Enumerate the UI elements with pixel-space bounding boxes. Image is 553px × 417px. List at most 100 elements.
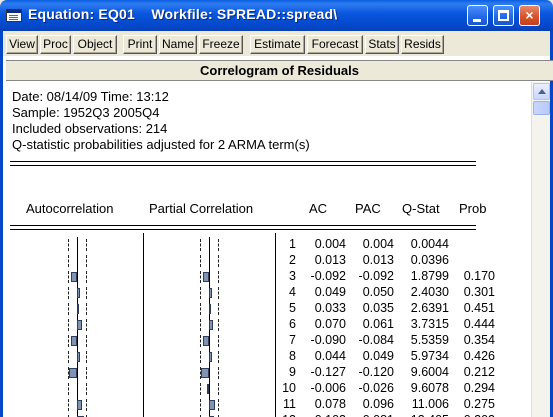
pac-zero-line <box>209 333 210 349</box>
lag-number: 1 <box>289 237 296 251</box>
pac-confidence-lower <box>200 255 201 267</box>
pac-confidence-lower <box>200 383 201 395</box>
lag-number: 5 <box>289 301 296 315</box>
table-row: 3 -0.092 -0.092 1.8799 0.170 <box>6 269 531 285</box>
table-row: 7 -0.090 -0.084 5.5359 0.354 <box>6 333 531 349</box>
lag-number: 8 <box>289 349 296 363</box>
title-bar[interactable]: Equation: EQ01 Workfile: SPREAD::spread\… <box>0 0 553 31</box>
pac-value: 0.096 <box>362 397 394 411</box>
prob-value: 0.354 <box>463 333 495 347</box>
prob-value: 0.294 <box>463 381 495 395</box>
pac-confidence-upper <box>218 351 219 363</box>
qstat-value: 0.0396 <box>410 253 449 267</box>
ac-confidence-lower <box>68 239 69 251</box>
pac-value: 0.061 <box>362 317 394 331</box>
qstat-value: 9.6004 <box>410 365 449 379</box>
ac-value: 0.044 <box>314 349 346 363</box>
header-rule-bottom-2 <box>10 229 476 230</box>
lag-number: 4 <box>289 285 296 299</box>
date-line: Date: 08/14/09 Time: 13:12 <box>12 89 169 104</box>
equation-window-body: Correlogram of Residuals Date: 08/14/09 … <box>0 56 553 417</box>
col-ac: AC <box>309 201 328 216</box>
window-title: Equation: EQ01 Workfile: SPREAD::spread\ <box>28 6 338 22</box>
pac-zero-line <box>209 253 210 269</box>
name-button[interactable]: Name <box>159 35 197 54</box>
pac-confidence-lower <box>200 319 201 331</box>
ac-confidence-upper <box>86 287 87 299</box>
pac-value: 0.013 <box>362 253 394 267</box>
ac-confidence-upper <box>86 271 87 283</box>
close-button[interactable]: × <box>519 5 540 26</box>
pac-confidence-lower <box>200 271 201 283</box>
pac-value: 0.004 <box>362 237 394 251</box>
table-row: 8 0.044 0.049 5.9734 0.426 <box>6 349 531 365</box>
pac-confidence-upper <box>218 239 219 251</box>
pac-value: -0.084 <box>358 333 394 347</box>
qstat-value: 5.5359 <box>410 333 449 347</box>
header-rule-top <box>10 161 476 162</box>
proc-button[interactable]: Proc <box>40 35 71 54</box>
pac-confidence-upper <box>218 319 219 331</box>
pac-confidence-lower <box>200 303 201 315</box>
ac-bar <box>69 368 77 378</box>
prob-value: 0.444 <box>463 317 495 331</box>
view-button[interactable]: View <box>6 35 38 54</box>
pac-bar <box>203 336 209 346</box>
ac-confidence-upper <box>86 239 87 251</box>
ac-value: 0.049 <box>314 285 346 299</box>
pac-bar <box>209 400 215 410</box>
prob-value: 0.451 <box>463 301 495 315</box>
table-row: 1 0.004 0.004 0.0044 <box>6 237 531 253</box>
forecast-button[interactable]: Forecast <box>307 35 363 54</box>
ac-confidence-upper <box>86 351 87 363</box>
lag-number: 12 <box>276 413 296 417</box>
stats-button[interactable]: Stats <box>365 35 399 54</box>
pac-bar <box>209 304 211 314</box>
pac-value: -0.092 <box>358 269 394 283</box>
pac-confidence-upper <box>218 367 219 379</box>
estimate-button[interactable]: Estimate <box>250 35 305 54</box>
ac-value: -0.006 <box>310 381 346 395</box>
table-row: 4 0.049 0.050 2.4030 0.301 <box>6 285 531 301</box>
object-button[interactable]: Object <box>73 35 117 54</box>
prob-value: 0.275 <box>463 397 495 411</box>
ac-value: -0.127 <box>310 365 346 379</box>
qstat-value: 1.8799 <box>410 269 449 283</box>
ac-zero-line <box>77 365 78 381</box>
prob-value: 0.212 <box>463 365 495 379</box>
lag-number: 6 <box>289 317 296 331</box>
qstat-value: 2.4030 <box>410 285 449 299</box>
view-title: Correlogram of Residuals <box>6 60 553 81</box>
maximize-icon <box>498 10 509 21</box>
maximize-button[interactable] <box>493 5 514 26</box>
ac-bar <box>71 272 77 282</box>
col-pac: PAC <box>355 201 381 216</box>
header-rule-bottom <box>10 225 476 226</box>
table-row: 6 0.070 0.061 3.7315 0.444 <box>6 317 531 333</box>
table-row: 10 -0.006 -0.026 9.6078 0.294 <box>6 381 531 397</box>
eviews-window-icon[interactable] <box>6 9 22 22</box>
ac-confidence-upper <box>86 335 87 347</box>
pac-value: 0.049 <box>362 349 394 363</box>
ac-zero-line <box>77 381 78 397</box>
resids-button[interactable]: Resids <box>401 35 444 54</box>
scroll-up-icon[interactable] <box>533 83 550 100</box>
vertical-scrollbar[interactable] <box>531 82 550 417</box>
qstat-value: 3.7315 <box>410 317 449 331</box>
correlogram-view[interactable]: Date: 08/14/09 Time: 13:12 Sample: 1952Q… <box>6 82 531 417</box>
scroll-thumb[interactable] <box>533 101 550 115</box>
ac-bar <box>77 320 82 330</box>
adjustment-note: Q-statistic probabilities adjusted for 2… <box>12 137 310 152</box>
pac-bar <box>209 320 213 330</box>
freeze-button[interactable]: Freeze <box>199 35 243 54</box>
pac-confidence-upper <box>218 335 219 347</box>
minimize-button[interactable] <box>467 5 488 26</box>
ac-confidence-upper <box>86 399 87 411</box>
pac-value: -0.026 <box>358 381 394 395</box>
table-row: 2 0.013 0.013 0.0396 <box>6 253 531 269</box>
pac-confidence-lower <box>200 351 201 363</box>
ac-bar <box>77 288 80 298</box>
print-button[interactable]: Print <box>123 35 157 54</box>
col-autocorrelation: Autocorrelation <box>26 201 114 216</box>
ac-value: 0.102 <box>298 413 346 417</box>
